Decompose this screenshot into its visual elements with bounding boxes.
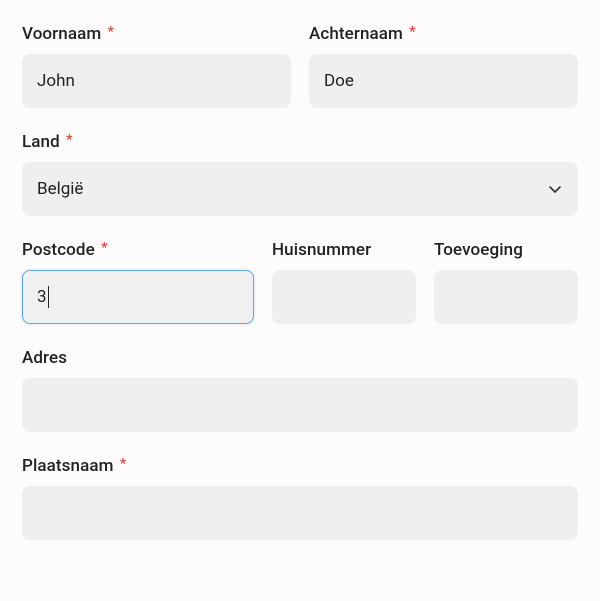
postcode-label: Postcode * [22,240,254,260]
country-select[interactable]: België [22,162,578,216]
first-name-label: Voornaam * [22,24,291,44]
address-input[interactable] [37,395,563,415]
city-input-wrap[interactable] [22,486,578,540]
addition-label-text: Toevoeging [434,240,523,260]
postcode-value: 3 [37,287,47,307]
city-input[interactable] [37,503,563,523]
address-input-wrap[interactable] [22,378,578,432]
postcode-field: Postcode * 3 [22,240,254,324]
address-label-text: Adres [22,348,67,368]
first-name-field: Voornaam * [22,24,291,108]
city-label-text: Plaatsnaam [22,456,114,476]
last-name-input[interactable] [324,71,563,91]
last-name-field: Achternaam * [309,24,578,108]
postcode-label-text: Postcode [22,240,95,260]
postcode-input-wrap[interactable]: 3 [22,270,254,324]
required-mark: * [101,240,107,256]
house-number-label-text: Huisnummer [272,240,371,260]
country-field: Land * België [22,132,578,216]
house-number-input-wrap[interactable] [272,270,416,324]
address-form: Voornaam * Achternaam * Land * België [22,24,578,540]
address-field: Adres [22,348,578,432]
required-mark: * [409,24,415,40]
country-label-text: Land [22,132,60,152]
addition-field: Toevoeging [434,240,578,324]
first-name-label-text: Voornaam [22,24,101,44]
name-row: Voornaam * Achternaam * [22,24,578,108]
addition-input[interactable] [449,287,563,307]
last-name-input-wrap[interactable] [309,54,578,108]
required-mark: * [66,132,72,148]
house-number-field: Huisnummer [272,240,416,324]
addition-label: Toevoeging [434,240,578,260]
last-name-label-text: Achternaam [309,24,403,44]
city-label: Plaatsnaam * [22,456,578,476]
house-number-label: Huisnummer [272,240,416,260]
first-name-input[interactable] [37,71,276,91]
city-field: Plaatsnaam * [22,456,578,540]
first-name-input-wrap[interactable] [22,54,291,108]
house-number-input[interactable] [287,287,401,307]
text-caret [48,286,49,308]
last-name-label: Achternaam * [309,24,578,44]
addition-input-wrap[interactable] [434,270,578,324]
chevron-down-icon [547,181,563,197]
address-label: Adres [22,348,578,368]
country-label: Land * [22,132,578,152]
required-mark: * [120,456,126,472]
required-mark: * [108,24,114,40]
postal-row: Postcode * 3 Huisnummer Toevoeging [22,240,578,324]
country-selected-value: België [37,179,83,199]
